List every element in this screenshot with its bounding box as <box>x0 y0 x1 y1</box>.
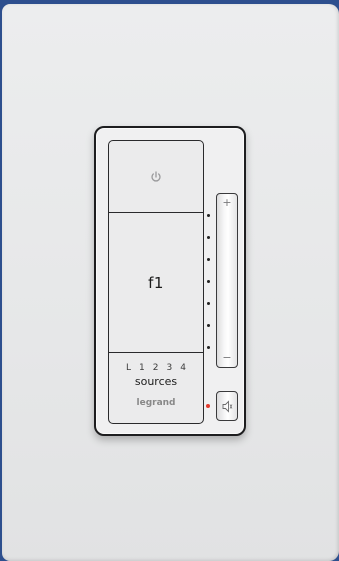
volume-up-icon: + <box>222 196 232 209</box>
level-dot <box>207 258 210 261</box>
source-2: 2 <box>152 363 159 373</box>
volume-level-indicator <box>207 210 211 355</box>
source-3: 3 <box>166 363 173 373</box>
level-dot <box>207 280 210 283</box>
level-dot <box>207 236 210 239</box>
source-number-list: L 1 2 3 4 <box>109 363 203 373</box>
keypad-paddle: f1 L 1 2 3 4 sources legrand <box>108 140 204 424</box>
mute-button[interactable] <box>216 391 238 421</box>
f1-button[interactable]: f1 <box>109 213 203 353</box>
level-dot <box>207 324 210 327</box>
sources-button[interactable]: L 1 2 3 4 sources legrand <box>109 353 203 423</box>
brand-logo: legrand <box>136 398 176 408</box>
source-4: 4 <box>180 363 186 373</box>
power-button[interactable] <box>109 141 203 213</box>
source-l: L <box>126 363 132 373</box>
sources-label: sources <box>134 375 178 388</box>
level-dot <box>207 346 210 349</box>
level-dot <box>207 302 210 305</box>
volume-rocker[interactable]: + − <box>216 193 238 368</box>
source-1: 1 <box>139 363 145 373</box>
speaker-icon <box>222 399 232 413</box>
f1-label: f1 <box>148 273 164 292</box>
level-dot <box>207 214 210 217</box>
volume-down-icon: − <box>222 351 232 364</box>
mute-led <box>206 404 210 408</box>
power-icon <box>151 170 161 182</box>
